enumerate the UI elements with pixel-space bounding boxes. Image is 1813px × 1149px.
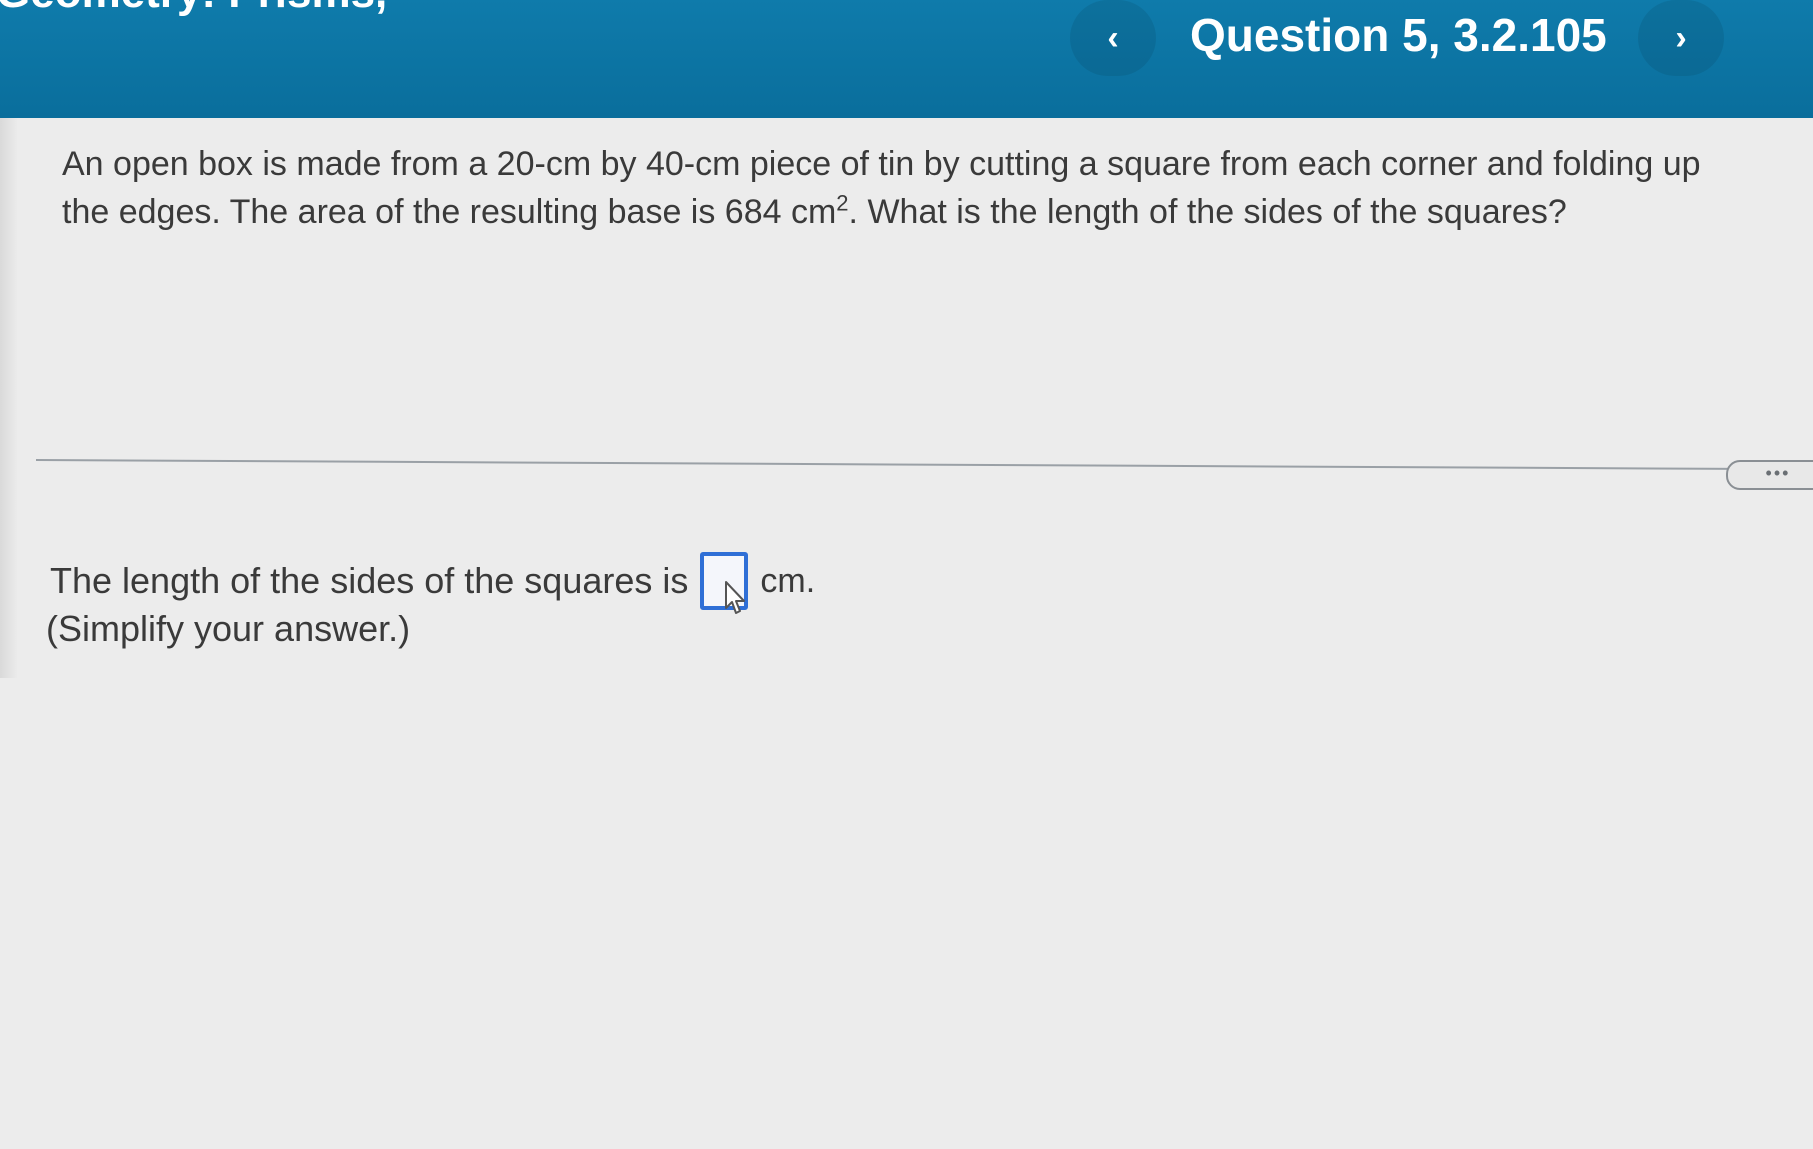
mouse-pointer-icon (725, 581, 746, 614)
previous-question-button[interactable]: ‹ (1070, 0, 1156, 76)
question-text: An open box is made from a 20-cm by 40-c… (62, 140, 1702, 236)
answer-input[interactable] (700, 552, 749, 614)
left-panel-edge (0, 118, 18, 678)
top-bar: Geometry: Prisms, ‹ Question 5, 3.2.105 … (0, 0, 1813, 118)
simplify-hint: (Simplify your answer.) (46, 608, 411, 649)
unit-label: cm. (760, 561, 816, 600)
superscript-exponent: 2 (836, 190, 849, 216)
chevron-right-icon: › (1675, 18, 1687, 57)
question-text-tail: . What is the length of the sides of the… (848, 193, 1567, 231)
next-question-button[interactable]: › (1638, 0, 1724, 76)
question-number-label: Question 5, 3.2.105 (1190, 9, 1607, 61)
chevron-left-icon: ‹ (1107, 18, 1119, 57)
answer-prefix: The length of the sides of the squares i… (50, 560, 689, 601)
answer-line: The length of the sides of the squares i… (50, 552, 816, 614)
question-page: Geometry: Prisms, ‹ Question 5, 3.2.105 … (0, 0, 1813, 1149)
more-options-button[interactable]: ••• (1726, 460, 1813, 490)
course-title: Geometry: Prisms, (0, 0, 387, 18)
